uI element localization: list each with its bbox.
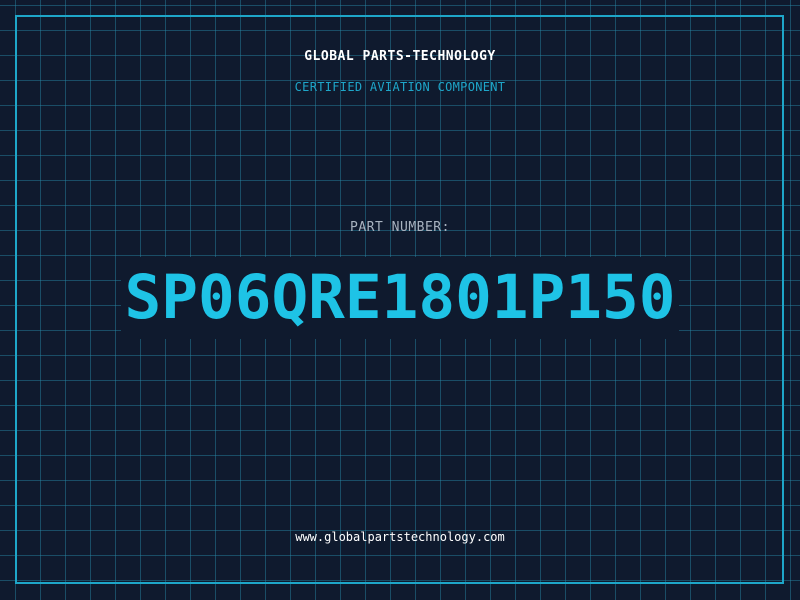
part-number-value: SP06QRE1801P150 bbox=[120, 257, 680, 339]
website-url: www.globalpartstechnology.com bbox=[295, 530, 505, 544]
part-number-container: SP06QRE1801P150 bbox=[0, 257, 800, 339]
certification-subtitle: CERTIFIED AVIATION COMPONENT bbox=[294, 80, 506, 94]
part-number-label: PART NUMBER: bbox=[350, 220, 450, 235]
part-label-canvas: GLOBAL PARTS-TECHNOLOGY CERTIFIED AVIATI… bbox=[0, 0, 800, 600]
company-name: GLOBAL PARTS-TECHNOLOGY bbox=[304, 49, 496, 64]
